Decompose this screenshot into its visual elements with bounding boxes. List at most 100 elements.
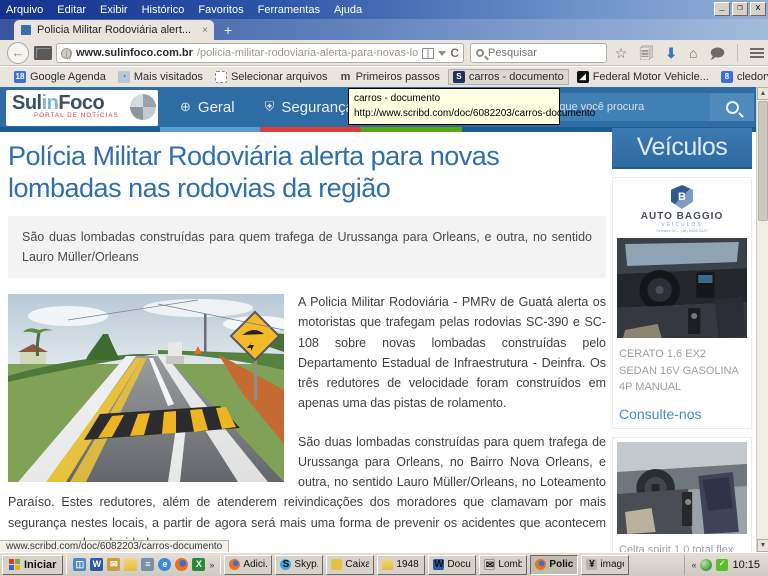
start-button[interactable]: Iniciar: [2, 555, 63, 575]
excel-icon[interactable]: X: [192, 558, 205, 571]
url-path: /policia-militar-rodoviaria-alerta-para-…: [197, 47, 418, 59]
image-icon: ¥: [586, 559, 597, 570]
taskbar-window-1948[interactable]: 1948: [377, 555, 425, 575]
page-viewport: SulinFoco PORTAL DE NOTÍCIAS ⊕ Geral ⛨ S…: [0, 87, 756, 552]
menu-exibir[interactable]: Exibir: [100, 4, 128, 16]
menu-favoritos[interactable]: Favoritos: [198, 4, 243, 16]
vertical-scrollbar[interactable]: ▲ ▼: [756, 87, 768, 552]
active-tab[interactable]: Policia Militar Rodoviária alert... ×: [14, 20, 214, 40]
tray-network-icon[interactable]: [700, 559, 712, 571]
quicklaunch-overflow-chevron[interactable]: »: [209, 560, 214, 570]
logo-part-in: in: [42, 92, 59, 114]
article: Polícia Militar Rodoviária alerta para n…: [8, 141, 606, 552]
tab-favicon-icon: [20, 24, 32, 36]
stripe-blue: [160, 127, 260, 132]
most-visited-icon: ◔: [118, 71, 130, 83]
tooltip-url: http://www.scribd.com/doc/6082203/carros…: [354, 107, 554, 122]
site-identity-globe-icon[interactable]: [61, 48, 72, 59]
taskbar-window-polici-active[interactable]: Polici...: [530, 555, 578, 575]
bookmark-primeiros-passos[interactable]: m Primeiros passos: [336, 70, 444, 84]
windows-logo-icon: [9, 559, 21, 570]
url-dropdown-icon[interactable]: [438, 51, 446, 56]
toolbar-separator: [737, 44, 738, 62]
article-body: A Policia Militar Rodoviária - PMRv de G…: [8, 292, 606, 552]
logo-part-sul: Sul: [12, 92, 42, 114]
url-bar[interactable]: www.sulinfoco.com.br /policia-militar-ro…: [56, 43, 464, 63]
clipboard-icon[interactable]: 🗐: [639, 42, 653, 64]
tiles-icon[interactable]: [34, 46, 52, 60]
browser-search-bar[interactable]: [470, 43, 607, 63]
bookmark-star-icon[interactable]: ☆: [615, 42, 628, 64]
selection-icon: [215, 71, 227, 83]
ie-icon[interactable]: e: [158, 558, 171, 571]
taskbar: Iniciar ◫ W ✉ ≡ e X » Adici... S Skyp...…: [0, 552, 768, 576]
bookmark-tooltip: carros - documento http://www.scribd.com…: [348, 88, 560, 125]
firefox-icon[interactable]: [175, 558, 188, 571]
back-button[interactable]: ←: [7, 42, 29, 64]
auto-baggio-logo: B AUTO BAGGIO VEÍCULOS Orleans SC - (48)…: [617, 182, 747, 238]
bookmark-selecionar-arquivos[interactable]: Selecionar arquivos: [211, 70, 332, 84]
reader-mode-icon[interactable]: [422, 48, 434, 59]
nav-item-geral[interactable]: ⊕ Geral: [180, 99, 235, 116]
ad-card-cerato[interactable]: B AUTO BAGGIO VEÍCULOS Orleans SC - (48)…: [612, 177, 752, 429]
scrollbar-thumb[interactable]: [758, 101, 768, 221]
tray-update-check-icon[interactable]: [716, 559, 728, 571]
taskbar-window-skype[interactable]: S Skyp...: [275, 555, 323, 575]
minimize-button[interactable]: _: [714, 2, 730, 16]
close-button[interactable]: x: [750, 2, 766, 16]
menu-arquivo[interactable]: Arquivo: [6, 4, 43, 16]
menu-ajuda[interactable]: Ajuda: [334, 4, 362, 16]
blue-8-icon: 8: [721, 71, 733, 83]
ad-card-celta[interactable]: Celta spirit 1.0 total flex Consulte-nos: [612, 437, 752, 553]
scroll-up-icon[interactable]: ▲: [757, 87, 768, 100]
logo-part-foco: Foco: [58, 92, 104, 114]
bookmark-cledorvino[interactable]: 8 cledorvino belini chrys...: [717, 70, 768, 84]
taskbar-window-lomb[interactable]: ✉ Lomb...: [479, 555, 527, 575]
consulte-nos-link-1[interactable]: Consulte-nos: [619, 406, 745, 422]
home-icon[interactable]: ⌂: [689, 42, 697, 64]
taskbar-window-adici[interactable]: Adici...: [224, 555, 272, 575]
folder-icon: [382, 559, 393, 570]
ad-caption-celta: Celta spirit 1.0 total flex: [619, 542, 745, 553]
taskbar-window-docu[interactable]: W Docu...: [428, 555, 476, 575]
notes-icon[interactable]: ≡: [141, 558, 154, 571]
taskbar-window-image[interactable]: ¥ image...: [581, 555, 629, 575]
taskbar-window-caixa[interactable]: Caixa...: [326, 555, 374, 575]
download-arrow-icon[interactable]: ⬇: [665, 42, 677, 64]
bookmark-mais-visitados[interactable]: ◔ Mais visitados: [114, 70, 207, 84]
hello-chat-icon[interactable]: 🗩: [709, 42, 725, 64]
auto-baggio-shield-icon: B: [671, 185, 693, 209]
desktop-icon[interactable]: ◫: [73, 558, 86, 571]
tray-chevron-icon[interactable]: «: [691, 560, 696, 570]
restore-button[interactable]: ❐: [732, 2, 748, 16]
tooltip-title: carros - documento: [354, 92, 554, 107]
scroll-down-icon[interactable]: ▼: [757, 539, 768, 552]
menu-icon[interactable]: [750, 48, 764, 58]
scribd-icon: S: [453, 71, 465, 83]
browser-search-input[interactable]: [488, 47, 601, 59]
menu-historico[interactable]: Histórico: [142, 4, 185, 16]
navigation-toolbar: ← www.sulinfoco.com.br /policia-militar-…: [0, 40, 768, 66]
bookmark-carros-documento[interactable]: S carros - documento: [448, 69, 569, 85]
article-title: Polícia Militar Rodoviária alerta para n…: [8, 141, 606, 204]
site-search-button[interactable]: [710, 93, 754, 121]
outlook-icon[interactable]: ✉: [107, 558, 120, 571]
tab-bar: Policia Militar Rodoviária alert... × +: [0, 19, 768, 40]
search-icon: [726, 101, 739, 114]
word-icon[interactable]: W: [90, 558, 103, 571]
taskbar-clock: 10:15: [732, 559, 760, 571]
tab-close-icon[interactable]: ×: [202, 25, 208, 36]
bookmark-google-agenda[interactable]: 18 Google Agenda: [10, 70, 110, 84]
folder-icon[interactable]: [124, 558, 137, 571]
menu-editar[interactable]: Editar: [57, 4, 86, 16]
taskbar-separator: [220, 556, 221, 574]
system-tray: « 10:15: [684, 555, 766, 575]
site-logo[interactable]: SulinFoco PORTAL DE NOTÍCIAS: [6, 90, 158, 126]
window-titlebar: Arquivo Editar Exibir Histórico Favorito…: [0, 0, 768, 19]
stripe-green: [361, 127, 462, 132]
new-tab-button[interactable]: +: [224, 22, 232, 38]
bookmark-federal-motor[interactable]: ◢ Federal Motor Vehicle...: [573, 70, 713, 84]
reload-icon[interactable]: C: [450, 46, 459, 60]
nav-item-seguranca[interactable]: ⛨ Segurança: [265, 99, 354, 116]
menu-ferramentas[interactable]: Ferramentas: [258, 4, 320, 16]
